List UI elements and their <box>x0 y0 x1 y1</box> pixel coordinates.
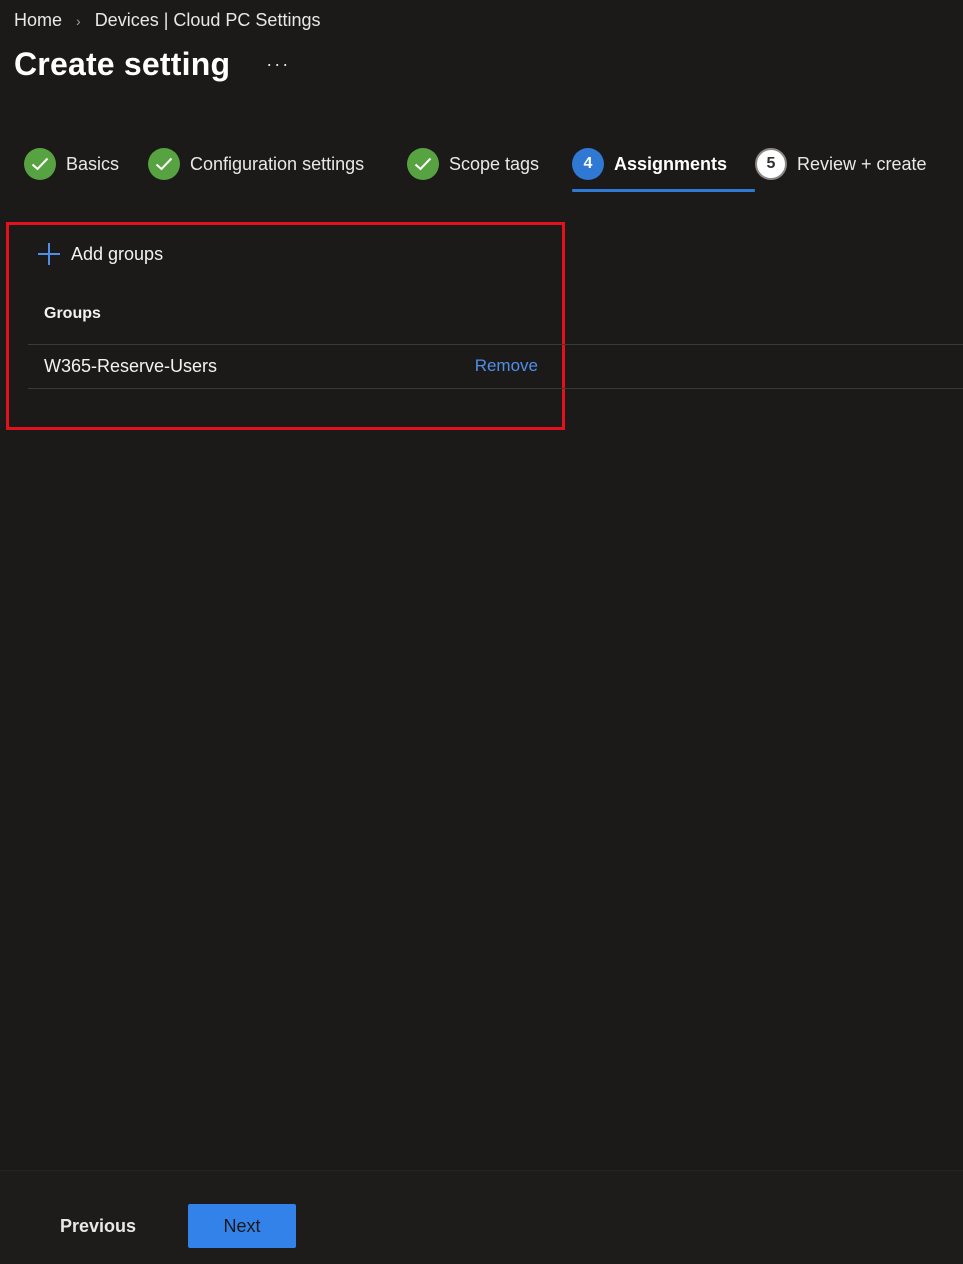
next-button[interactable]: Next <box>188 1204 296 1248</box>
more-options-button[interactable]: ··· <box>266 54 290 75</box>
plus-icon <box>38 243 60 265</box>
group-name: W365-Reserve-Users <box>44 355 218 376</box>
step-label: Configuration settings <box>190 153 365 174</box>
wizard-steps: Basics Configuration settings Scope tags… <box>24 146 927 192</box>
create-setting-page: Home › Devices | Cloud PC Settings Creat… <box>0 0 963 1264</box>
checkmark-icon <box>407 148 439 180</box>
step-label: Basics <box>66 153 120 174</box>
step-review-create[interactable]: 5 Review + create <box>755 146 927 182</box>
step-scope-tags[interactable]: Scope tags <box>407 146 572 182</box>
breadcrumb: Home › Devices | Cloud PC Settings <box>14 10 320 31</box>
breadcrumb-devices-link[interactable]: Devices | Cloud PC Settings <box>95 10 321 31</box>
table-row: W365-Reserve-Users Remove <box>44 354 538 378</box>
step-assignments[interactable]: 4 Assignments <box>572 146 755 192</box>
add-groups-label: Add groups <box>71 243 164 264</box>
step-basics[interactable]: Basics <box>24 146 148 182</box>
step-number-badge: 4 <box>572 148 604 180</box>
step-number-badge: 5 <box>755 148 787 180</box>
previous-button[interactable]: Previous <box>44 1204 152 1248</box>
remove-link[interactable]: Remove <box>475 356 538 376</box>
breadcrumb-home-link[interactable]: Home <box>14 10 62 31</box>
step-configuration-settings[interactable]: Configuration settings <box>148 146 407 182</box>
checkmark-icon <box>24 148 56 180</box>
step-label: Assignments <box>614 153 728 174</box>
chevron-right-icon: › <box>76 12 81 29</box>
title-row: Create setting ··· <box>14 46 290 83</box>
step-label: Scope tags <box>449 153 540 174</box>
groups-column-header: Groups <box>44 305 101 322</box>
page-title: Create setting <box>14 46 231 82</box>
divider <box>28 388 963 389</box>
divider <box>28 344 963 345</box>
step-label: Review + create <box>797 153 927 174</box>
checkmark-icon <box>148 148 180 180</box>
add-groups-button[interactable]: Add groups <box>38 243 163 265</box>
